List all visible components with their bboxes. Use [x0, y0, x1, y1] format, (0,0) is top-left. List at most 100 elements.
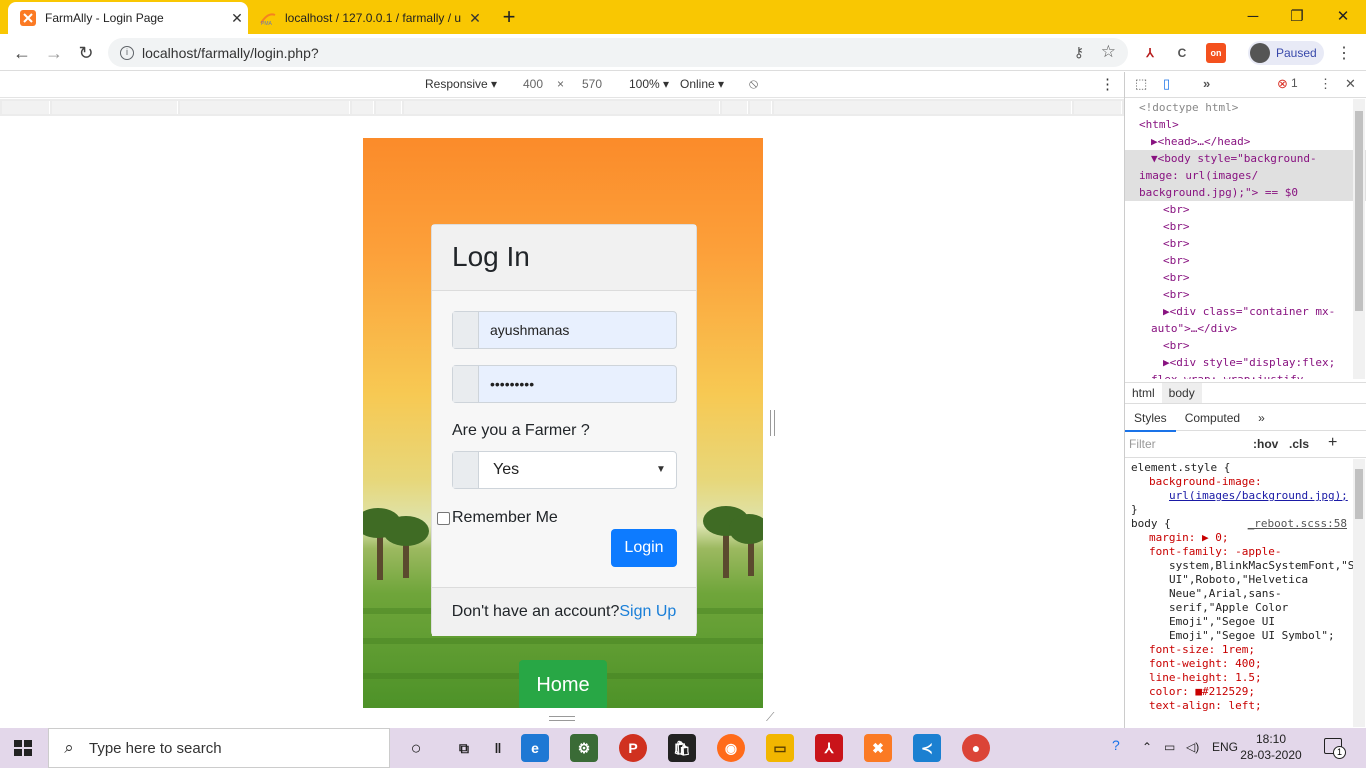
p-app-icon[interactable]: P [619, 734, 647, 762]
language-indicator[interactable]: ENG [1212, 740, 1238, 754]
file-explorer-icon[interactable]: ▭ [766, 734, 794, 762]
styles-filter-input[interactable]: Filter [1129, 437, 1241, 451]
tab-styles[interactable]: Styles [1125, 405, 1176, 432]
zoom-select[interactable]: 100% ▾ [629, 77, 669, 91]
style-rule-line[interactable]: line-height: 1.5; [1131, 671, 1347, 685]
elements-scrollbar[interactable] [1353, 99, 1365, 379]
resize-handle-corner[interactable]: ⟋ [766, 710, 774, 725]
chrome-icon[interactable]: ● [962, 734, 990, 762]
crumb-body[interactable]: body [1161, 383, 1202, 403]
close-window-button[interactable]: ✕ [1320, 4, 1366, 30]
style-rule-line[interactable]: font-family: -apple- [1131, 545, 1347, 559]
dom-node-line[interactable]: ▼<body style="background- [1125, 150, 1366, 167]
volume-icon[interactable]: ◁) [1186, 740, 1199, 754]
tab-close-icon[interactable]: ✕ [464, 10, 486, 27]
reload-icon[interactable]: ↻ [73, 40, 99, 66]
device-mode-select[interactable]: Responsive ▾ [425, 77, 497, 91]
pdf-extension-icon[interactable]: ⅄ [1140, 43, 1160, 63]
key-icon[interactable]: ⚷ [1074, 44, 1084, 61]
style-rule-line[interactable]: url(images/background.jpg); [1131, 489, 1348, 503]
dom-node-line[interactable]: <br> [1125, 286, 1366, 303]
farmer-select[interactable]: Yes ▼ [452, 451, 677, 489]
xampp-taskbar-icon[interactable]: ✖ [864, 734, 892, 762]
scroll-thumb[interactable] [1355, 111, 1363, 311]
style-rule-line[interactable]: background-image: [1131, 475, 1347, 489]
password-field[interactable]: ••••••••• [452, 365, 677, 403]
new-tab-button[interactable]: + [498, 6, 520, 28]
device-options-icon[interactable]: ⋮ [1100, 75, 1115, 93]
dom-node-line[interactable]: <br> [1125, 269, 1366, 286]
resize-handle-bottom[interactable] [549, 716, 575, 721]
dom-node-line[interactable]: <br> [1125, 218, 1366, 235]
dom-node-line[interactable]: <br> [1125, 252, 1366, 269]
username-value[interactable]: ayushmanas [479, 312, 569, 348]
edge-icon[interactable]: e [521, 734, 549, 762]
styles-scrollbar[interactable] [1353, 459, 1365, 727]
devtools-close-icon[interactable]: ✕ [1345, 76, 1356, 92]
remember-checkbox[interactable] [437, 511, 450, 525]
tab-more[interactable]: » [1249, 405, 1274, 430]
dom-node-line[interactable]: <html> [1125, 116, 1366, 133]
style-rule-line[interactable]: Emoji","Segoe UI Symbol"; [1131, 629, 1347, 643]
style-rule-line[interactable]: serif,"Apple Color [1131, 601, 1347, 615]
add-rule-icon[interactable]: + [1328, 434, 1337, 452]
tab-close-icon[interactable]: ✕ [226, 10, 248, 27]
style-rule-line[interactable]: font-weight: 400; [1131, 657, 1347, 671]
dom-node-line[interactable]: image: url(images/ [1125, 167, 1366, 184]
styles-pane[interactable]: element.style {background-image: url(imag… [1125, 459, 1353, 727]
login-button[interactable]: Login [611, 529, 677, 567]
tab-phpmyadmin[interactable]: PMA localhost / 127.0.0.1 / farmally / u… [250, 2, 486, 34]
rotate-icon[interactable]: ⦸ [749, 75, 758, 92]
dom-node-line[interactable]: ▶<div class="container mx- [1125, 303, 1366, 320]
cls-toggle[interactable]: .cls [1289, 437, 1309, 451]
bookmark-star-icon[interactable]: ☆ [1101, 42, 1116, 62]
style-rule-line[interactable]: Emoji","Segoe UI [1131, 615, 1347, 629]
c-extension-icon[interactable]: C [1172, 43, 1192, 63]
dom-node-line[interactable]: ▶<div style="display:flex; [1125, 354, 1366, 371]
firefox-icon[interactable]: ◉ [717, 734, 745, 762]
error-icon[interactable]: ⊗ [1277, 76, 1288, 92]
address-bar[interactable]: i localhost/farmally/login.php? ⚷ ☆ [108, 38, 1128, 67]
tab-farmally-login[interactable]: FarmAlly - Login Page ✕ [8, 2, 248, 34]
crumb-html[interactable]: html [1125, 383, 1162, 403]
farmer-select-value[interactable]: Yes [479, 452, 656, 488]
dom-node-line[interactable]: ▶<head>…</head> [1125, 133, 1366, 150]
style-rule-line[interactable]: margin: ▶ 0; [1131, 531, 1347, 545]
dom-node-line[interactable]: auto">…</div> [1125, 320, 1366, 337]
forward-arrow-icon[interactable]: → [41, 40, 67, 66]
hov-toggle[interactable]: :hov [1253, 437, 1278, 451]
dom-node-line[interactable]: <!doctype html> [1125, 99, 1366, 116]
elements-tree[interactable]: <!doctype html> <html> ▶<head>…</head> ▼<bo… [1125, 99, 1366, 379]
dom-node-line[interactable]: <br> [1125, 337, 1366, 354]
help-icon[interactable]: ? [1112, 737, 1120, 753]
dom-node-line[interactable]: flex-wrap: wrap;justify- [1125, 371, 1366, 379]
style-rule-line[interactable]: text-align: left; [1131, 699, 1347, 713]
remember-me[interactable]: Remember Me [437, 509, 558, 527]
inspect-element-icon[interactable]: ⬚ [1135, 76, 1147, 92]
style-rule-line[interactable]: Neue",Arial,sans- [1131, 587, 1347, 601]
task-view-icon[interactable]: ⧉ [450, 734, 478, 762]
back-arrow-icon[interactable]: ← [9, 40, 35, 66]
network-icon[interactable]: ▭ [1164, 740, 1175, 754]
url-text[interactable]: localhost/farmally/login.php? [142, 45, 319, 61]
taskbar-search[interactable]: ⌕ Type here to search [48, 728, 390, 768]
more-panels-icon[interactable]: » [1203, 76, 1210, 91]
profile-button[interactable]: Paused [1248, 41, 1324, 65]
viewport-height-input[interactable]: 570 [582, 77, 602, 91]
vscode-icon[interactable]: ≺ [913, 734, 941, 762]
cortana-icon[interactable]: ○ [402, 734, 430, 762]
photos-app-icon[interactable]: ⚙ [570, 734, 598, 762]
device-toggle-icon[interactable]: ▯ [1163, 76, 1170, 92]
viewport-width-input[interactable]: 400 [523, 77, 543, 91]
resize-handle-right[interactable] [770, 410, 775, 436]
style-rule-line[interactable]: system,BlinkMacSystemFont,"S [1131, 559, 1353, 573]
store-icon[interactable]: 🛍 [668, 734, 696, 762]
acrobat-icon[interactable]: ⅄ [815, 734, 843, 762]
signup-link[interactable]: Sign Up [619, 603, 676, 620]
maximize-button[interactable]: ❐ [1274, 4, 1320, 30]
dom-node-line[interactable]: <br> [1125, 201, 1366, 218]
style-rule-line[interactable]: UI",Roboto,"Helvetica [1131, 573, 1347, 587]
style-source-link[interactable]: _reboot.scss:58 [1248, 517, 1347, 531]
chevron-up-icon[interactable]: ⌃ [1142, 740, 1152, 754]
minimize-button[interactable]: ─ [1230, 4, 1276, 30]
